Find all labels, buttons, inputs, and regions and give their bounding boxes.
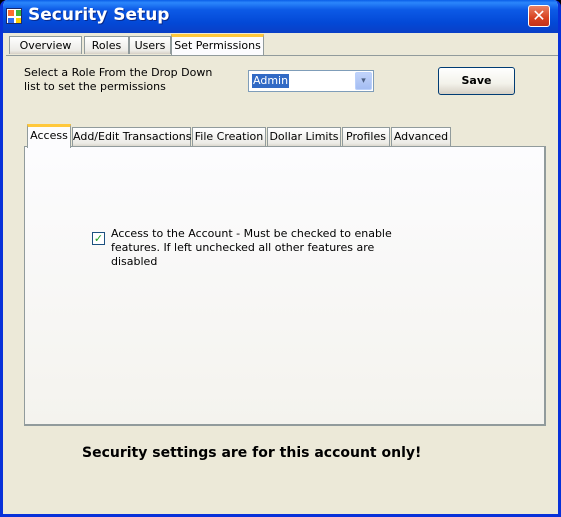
- permission-tab-strip: Access Add/Edit Transactions File Creati…: [24, 124, 548, 148]
- title-bar[interactable]: Security Setup ✕: [3, 0, 558, 33]
- window-title: Security Setup: [28, 5, 170, 25]
- checkmark-icon: ✓: [93, 232, 104, 245]
- access-account-label[interactable]: Access to the Account - Must be checked …: [111, 227, 411, 269]
- tab-access[interactable]: Access: [27, 124, 71, 148]
- tab-dollar-limits[interactable]: Dollar Limits: [267, 127, 341, 147]
- account-only-notice: Security settings are for this account o…: [82, 445, 422, 461]
- save-button[interactable]: Save: [438, 67, 515, 95]
- tab-users[interactable]: Users: [129, 36, 171, 54]
- role-dropdown[interactable]: Admin ▾: [248, 70, 374, 92]
- tab-file-creation[interactable]: File Creation: [192, 127, 266, 147]
- tab-advanced[interactable]: Advanced: [391, 127, 451, 147]
- close-button[interactable]: ✕: [528, 5, 550, 27]
- access-tab-panel: [24, 146, 546, 426]
- security-setup-window: Security Setup ✕ Overview Roles Users Se…: [0, 0, 561, 517]
- access-account-checkbox[interactable]: ✓: [92, 232, 105, 245]
- chevron-down-icon[interactable]: ▾: [355, 72, 372, 90]
- role-select-prompt: Select a Role From the Drop Down list to…: [24, 66, 213, 93]
- tab-overview[interactable]: Overview: [9, 36, 82, 54]
- tab-set-permissions[interactable]: Set Permissions: [171, 34, 264, 56]
- app-icon: [6, 8, 22, 24]
- close-icon: ✕: [532, 6, 546, 25]
- role-dropdown-value: Admin: [252, 74, 290, 88]
- tab-roles[interactable]: Roles: [84, 36, 129, 54]
- tab-profiles[interactable]: Profiles: [342, 127, 390, 147]
- outer-tab-strip: Overview Roles Users Set Permissions: [6, 34, 558, 56]
- tab-add-edit-transactions[interactable]: Add/Edit Transactions: [72, 127, 191, 147]
